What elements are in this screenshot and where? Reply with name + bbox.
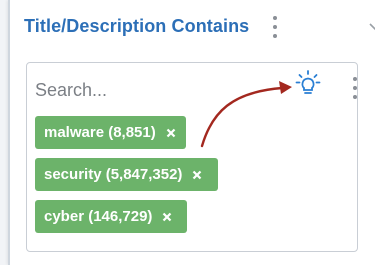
filter-chip[interactable]: malware (8,851): [35, 116, 186, 149]
chip-label: security (5,847,352): [44, 166, 183, 183]
search-input[interactable]: [35, 79, 275, 101]
remove-chip-icon[interactable]: [166, 128, 176, 138]
panel-title: Title/Description Contains: [24, 16, 250, 36]
filter-chip[interactable]: cyber (146,729): [35, 200, 187, 233]
remove-chip-icon[interactable]: [162, 212, 172, 222]
chip-label: malware (8,851): [44, 124, 156, 141]
filter-panel: Title/Description Contains malware (: [8, 0, 375, 265]
box-menu-icon[interactable]: [352, 77, 358, 99]
remove-chip-icon[interactable]: [192, 170, 202, 180]
lightbulb-icon[interactable]: [295, 70, 321, 98]
header-menu-icon[interactable]: [272, 16, 278, 38]
chevron-down-icon[interactable]: [368, 20, 375, 34]
chip-label: cyber (146,729): [44, 208, 153, 225]
filter-box: malware (8,851) security (5,847,352) cyb…: [26, 62, 358, 252]
panel-header: Title/Description Contains: [24, 14, 375, 42]
filter-chip[interactable]: security (5,847,352): [35, 158, 218, 191]
